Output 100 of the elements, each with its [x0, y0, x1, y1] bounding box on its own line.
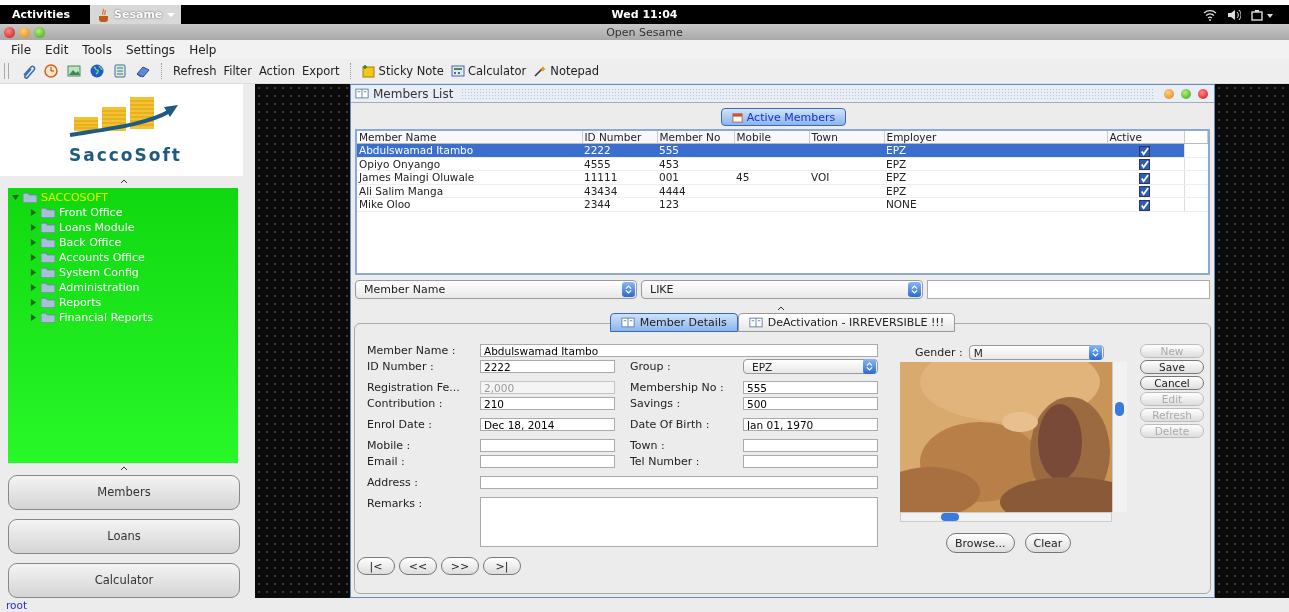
field-label: Membership No :: [630, 381, 725, 394]
command-button[interactable]: Save: [1140, 360, 1204, 374]
battery-icon[interactable]: [1251, 8, 1275, 21]
menu-item[interactable]: Settings: [118, 42, 183, 57]
collapsed-arrow-icon[interactable]: [30, 208, 37, 216]
column-header[interactable]: ID Number: [582, 131, 657, 144]
navigation-button[interactable]: >|: [483, 557, 521, 575]
input-field[interactable]: Dec 18, 2014: [480, 418, 615, 431]
checkbox[interactable]: [1139, 145, 1150, 157]
book-icon: [355, 88, 369, 99]
table-row[interactable]: James Maingi Oluwale 11111 001 45 VOI EPZ: [357, 170, 1208, 184]
toolbar-button[interactable]: Refresh: [171, 64, 219, 78]
table-cell: VOI: [809, 170, 884, 184]
menu-item[interactable]: File: [4, 42, 39, 57]
toolbar-button[interactable]: Action: [256, 64, 297, 78]
toolbar-button[interactable]: Export: [299, 64, 342, 78]
checkbox[interactable]: [1139, 199, 1150, 211]
nav-button[interactable]: Members: [8, 475, 240, 510]
document-icon[interactable]: [112, 63, 128, 79]
close-button[interactable]: [1198, 88, 1208, 99]
clock-icon[interactable]: [43, 63, 59, 79]
spinner-icon: [911, 284, 918, 295]
group-dropdown[interactable]: EPZ: [743, 359, 878, 374]
checkbox[interactable]: [1139, 159, 1150, 170]
input-field[interactable]: Abdulswamad Itambo: [480, 344, 878, 357]
input-field[interactable]: [480, 439, 615, 452]
close-button[interactable]: [4, 26, 15, 38]
app-menu[interactable]: Sesame: [90, 5, 182, 24]
volume-icon[interactable]: [1227, 8, 1241, 21]
column-header[interactable]: Active: [1107, 131, 1184, 144]
paperclip-icon[interactable]: [20, 63, 36, 79]
navigation-button[interactable]: <<: [399, 557, 437, 575]
collapsed-arrow-icon[interactable]: [30, 298, 37, 306]
input-field[interactable]: 210: [480, 397, 615, 410]
collapse-icon[interactable]: [777, 306, 785, 311]
table-cell: 001: [657, 170, 734, 184]
folder-icon: [41, 281, 55, 293]
input-field[interactable]: [480, 455, 615, 468]
globe-icon[interactable]: [89, 63, 105, 79]
table-row[interactable]: Mike Oloo 2344 123 NONE: [357, 197, 1208, 211]
table-cell: James Maingi Oluwale: [357, 170, 582, 184]
remarks-field[interactable]: [480, 497, 878, 547]
menu-item[interactable]: Help: [182, 42, 224, 57]
collapsed-arrow-icon[interactable]: [30, 253, 37, 261]
collapsed-arrow-icon[interactable]: [30, 238, 37, 246]
table-cell: 4555: [582, 157, 657, 171]
input-field[interactable]: [480, 476, 878, 489]
photo-button[interactable]: Clear: [1024, 533, 1072, 553]
input-field[interactable]: Jan 01, 1970: [743, 418, 878, 431]
tab[interactable]: Member Details: [609, 313, 738, 332]
table-row[interactable]: Ali Salim Manga 43434 4444 EPZ: [357, 184, 1208, 198]
image-icon[interactable]: [66, 63, 82, 79]
input-field[interactable]: 2222: [480, 360, 615, 373]
column-header[interactable]: Employer: [884, 131, 1107, 144]
navigation-button[interactable]: >>: [441, 557, 479, 575]
filter-field[interactable]: [927, 280, 1210, 299]
input-field[interactable]: 555: [743, 381, 878, 394]
field-dropdown[interactable]: Member Name: [355, 280, 637, 299]
collapsed-arrow-icon[interactable]: [30, 313, 37, 321]
note-icon: [361, 64, 376, 78]
collapsed-arrow-icon[interactable]: [30, 268, 37, 276]
navigation-button[interactable]: |<: [357, 557, 395, 575]
command-button[interactable]: Cancel: [1140, 376, 1204, 390]
clock: Wed 11:04: [611, 8, 678, 21]
nav-button[interactable]: Loans: [8, 519, 240, 554]
collapse-icon[interactable]: [120, 178, 128, 184]
maximize-button[interactable]: [1181, 88, 1191, 99]
scrollbar[interactable]: [900, 512, 1112, 522]
wand-icon: [533, 64, 548, 78]
operator-dropdown[interactable]: LIKE: [641, 280, 923, 299]
checkbox[interactable]: [1139, 186, 1150, 197]
toolbar-button[interactable]: Notepad: [531, 64, 602, 78]
gender-dropdown[interactable]: M: [968, 345, 1104, 360]
menu-item[interactable]: Edit: [38, 42, 76, 57]
table-row[interactable]: Abdulswamad Itambo 2222 555 EPZ: [357, 143, 1208, 157]
scrollbar[interactable]: [1112, 362, 1127, 512]
tab[interactable]: DeActivation - IRREVERSIBLE !!!: [737, 313, 956, 332]
toolbar-button[interactable]: Filter: [221, 64, 254, 78]
list-tab[interactable]: Active Members: [720, 108, 847, 126]
column-header[interactable]: Member No: [657, 131, 734, 144]
collapse-icon[interactable]: [120, 466, 128, 471]
table-row[interactable]: Opiyo Onyango 4555 453 EPZ: [357, 157, 1208, 171]
input-field[interactable]: [743, 455, 878, 468]
photo-button[interactable]: Browse...: [946, 533, 1015, 553]
menu-item[interactable]: Tools: [75, 42, 119, 57]
table-cell: 4444: [657, 184, 734, 198]
input-field[interactable]: 500: [743, 397, 878, 410]
column-header[interactable]: Mobile: [734, 131, 809, 144]
column-header[interactable]: Member Name: [357, 131, 582, 144]
expanded-arrow-icon[interactable]: [12, 193, 19, 201]
activities-button[interactable]: Activities: [0, 8, 81, 21]
toolbar-button[interactable]: Calculator: [448, 64, 529, 78]
toolbar-button[interactable]: Sticky Note: [359, 64, 446, 78]
column-header[interactable]: Town: [809, 131, 884, 144]
nav-button[interactable]: Calculator: [8, 563, 240, 598]
collapsed-arrow-icon[interactable]: [30, 283, 37, 291]
collapsed-arrow-icon[interactable]: [30, 223, 37, 231]
input-field[interactable]: [743, 439, 878, 452]
wifi-icon[interactable]: [1203, 8, 1217, 21]
checkbox[interactable]: [1139, 172, 1150, 184]
